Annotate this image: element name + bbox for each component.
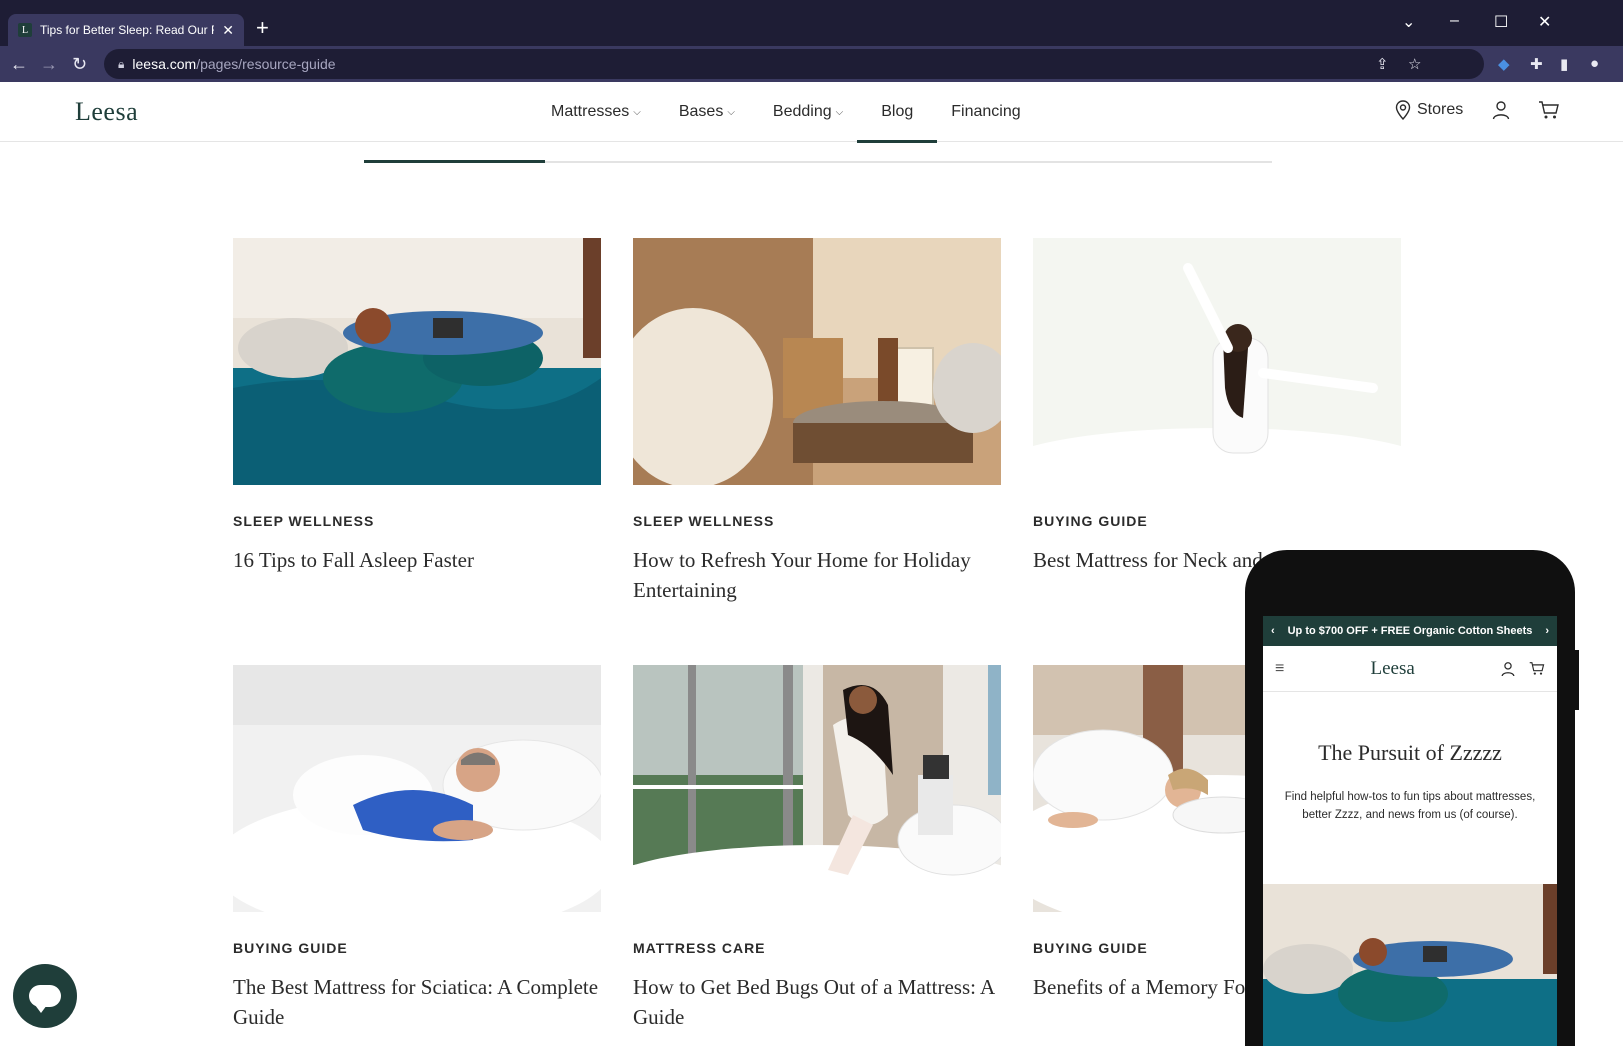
article-category: SLEEP WELLNESS	[633, 513, 775, 529]
nav-label: Financing	[951, 103, 1021, 120]
article-category: BUYING GUIDE	[1033, 513, 1148, 529]
mobile-screen: ‹ Up to $700 OFF + FREE Organic Cotton S…	[1263, 616, 1557, 1046]
extensions-puzzle-icon[interactable]: ✚	[1530, 55, 1543, 73]
mobile-hero-text: Find helpful how-tos to fun tips about m…	[1284, 791, 1536, 821]
account-icon[interactable]	[1492, 100, 1510, 120]
article-title[interactable]: The Best Mattress for Sciatica: A Comple…	[233, 972, 601, 1032]
article-image[interactable]	[233, 665, 601, 912]
maximize-button[interactable]: ☐	[1494, 12, 1508, 32]
chevron-down-icon: ⌵	[633, 106, 641, 118]
nav-label: Bedding	[772, 103, 832, 120]
cart-icon[interactable]	[1538, 100, 1560, 120]
chevron-down-icon: ⌵	[727, 106, 735, 118]
article-card[interactable]: BUYING GUIDE Best Mattress for Neck and …	[1033, 238, 1401, 575]
hamburger-menu-icon[interactable]: ≡	[1275, 660, 1284, 678]
mobile-header: ≡ Leesa	[1263, 646, 1557, 692]
nav-label: Blog	[881, 103, 914, 120]
stores-link[interactable]: Stores	[1395, 100, 1463, 120]
article-image[interactable]	[633, 665, 1001, 912]
new-tab-button[interactable]: +	[256, 16, 269, 40]
back-icon[interactable]: ←	[10, 54, 28, 74]
bookmark-star-icon[interactable]: ☆	[1408, 55, 1421, 73]
tab-search-icon[interactable]: ⌄	[1402, 12, 1415, 32]
browser-tab-bar: L Tips for Better Sleep: Read Our R ✕ + …	[0, 0, 1623, 46]
article-category: BUYING GUIDE	[233, 940, 348, 956]
account-icon[interactable]	[1501, 661, 1515, 677]
leesa-logo[interactable]: Leesa	[75, 97, 138, 127]
profile-icon[interactable]: ●	[1590, 55, 1599, 72]
article-category: MATTRESS CARE	[633, 940, 766, 956]
cart-icon[interactable]	[1529, 661, 1545, 676]
minimize-button[interactable]: –	[1450, 12, 1459, 30]
extension-shield-icon[interactable]: ◆	[1498, 55, 1510, 73]
reload-icon[interactable]: ↻	[72, 54, 87, 74]
article-image[interactable]	[633, 238, 1001, 485]
article-card[interactable]: BUYING GUIDE The Best Mattress for Sciat…	[233, 665, 601, 1032]
forward-icon[interactable]: →	[40, 54, 58, 74]
close-tab-icon[interactable]: ✕	[222, 22, 234, 39]
favicon-icon: L	[18, 23, 32, 37]
url-path: /pages/resource-guide	[196, 56, 336, 72]
lock-icon: 🔒︎	[118, 56, 125, 71]
nav-mattresses[interactable]: Mattresses ⌵	[551, 82, 641, 142]
stores-label: Stores	[1417, 101, 1464, 118]
location-pin-icon	[1395, 100, 1411, 120]
phone-side-button	[1575, 650, 1579, 710]
mobile-logo[interactable]: Leesa	[1371, 658, 1415, 680]
article-image[interactable]	[233, 238, 601, 485]
url-host: leesa.com	[132, 56, 197, 72]
mobile-hero: The Pursuit of Zzzzz Find helpful how-to…	[1263, 692, 1557, 884]
mobile-phone-mockup: ‹ Up to $700 OFF + FREE Organic Cotton S…	[1245, 550, 1579, 1046]
mobile-hero-title: The Pursuit of Zzzzz	[1318, 740, 1502, 765]
section-progress-bar	[364, 160, 1272, 163]
nav-label: Bases	[678, 103, 724, 120]
close-window-button[interactable]: ✕	[1538, 12, 1551, 32]
chevron-down-icon: ⌵	[835, 106, 844, 118]
main-nav: Mattresses ⌵ Bases ⌵ Bedding ⌵ Blog Financi…	[551, 82, 1059, 143]
article-card[interactable]: MATTRESS CARE How to Get Bed Bugs Out of…	[633, 665, 1001, 1032]
mobile-article-image[interactable]	[1263, 884, 1557, 1046]
promo-text: Up to $700 OFF + FREE Organic Cotton She…	[1287, 625, 1533, 637]
article-card[interactable]: SLEEP WELLNESS 16 Tips to Fall Asleep Fa…	[233, 238, 601, 575]
article-image[interactable]	[1033, 238, 1401, 485]
article-title[interactable]: How to Get Bed Bugs Out of a Mattress: A…	[633, 972, 1001, 1032]
article-title[interactable]: How to Refresh Your Home for Holiday Ent…	[633, 545, 1001, 605]
chevron-left-icon[interactable]: ‹	[1271, 625, 1275, 637]
browser-toolbar: ← → ↻ 🔒︎ leesa.com/pages/resource-guide …	[0, 46, 1623, 82]
progress-fill	[364, 160, 545, 163]
mobile-promo-banner[interactable]: ‹ Up to $700 OFF + FREE Organic Cotton S…	[1263, 616, 1557, 646]
browser-tab[interactable]: L Tips for Better Sleep: Read Our R ✕	[8, 14, 244, 46]
nav-label: Mattresses	[551, 103, 630, 120]
chat-bubble-icon	[29, 985, 61, 1013]
nav-financing[interactable]: Financing	[951, 82, 1020, 142]
article-card[interactable]: SLEEP WELLNESS How to Refresh Your Home …	[633, 238, 1001, 605]
chat-button[interactable]	[13, 964, 77, 1028]
nav-bases[interactable]: Bases ⌵	[679, 82, 735, 142]
article-category: SLEEP WELLNESS	[233, 513, 375, 529]
tab-title: Tips for Better Sleep: Read Our R	[40, 23, 215, 37]
nav-blog[interactable]: Blog	[857, 82, 938, 143]
address-bar[interactable]: 🔒︎ leesa.com/pages/resource-guide	[104, 49, 1484, 79]
article-title[interactable]: 16 Tips to Fall Asleep Faster	[233, 545, 601, 575]
share-icon[interactable]: ⇪	[1376, 55, 1389, 73]
side-panel-icon[interactable]: ▮	[1560, 55, 1568, 73]
nav-bedding[interactable]: Bedding ⌵	[773, 82, 843, 142]
chevron-right-icon[interactable]: ›	[1545, 625, 1549, 637]
site-header: Leesa Mattresses ⌵ Bases ⌵ Bedding ⌵ Blog F…	[0, 82, 1623, 143]
